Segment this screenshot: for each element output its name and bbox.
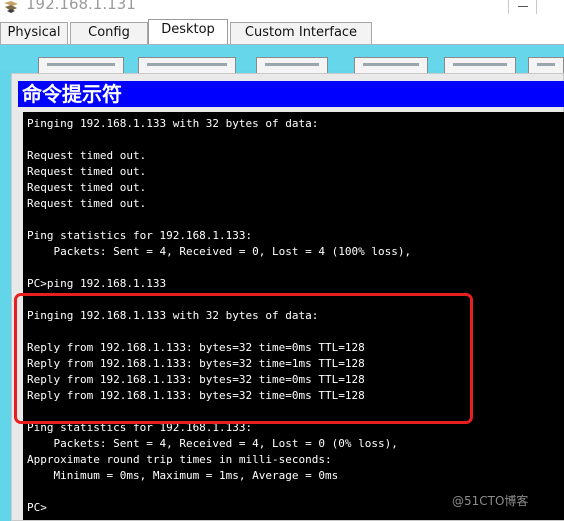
terminal-line: Request timed out. xyxy=(27,197,147,210)
terminal-line: Pinging 192.168.1.133 with 32 bytes of d… xyxy=(27,117,319,130)
terminal-line: Request timed out. xyxy=(27,165,147,178)
highlight-annotation xyxy=(14,293,473,424)
tab-custom-interface[interactable]: Custom Interface xyxy=(230,22,372,44)
tab-bar: Physical Config Desktop Custom Interface xyxy=(0,18,564,45)
terminal-line: Request timed out. xyxy=(27,181,147,194)
title-bar: 192.168.1.131 xyxy=(0,0,564,18)
packet-tracer-icon xyxy=(4,1,18,13)
terminal-line: Packets: Sent = 4, Received = 4, Lost = … xyxy=(27,437,398,450)
terminal-line: Minimum = 0ms, Maximum = 1ms, Average = … xyxy=(27,469,339,482)
tab-physical[interactable]: Physical xyxy=(0,22,68,44)
watermark: @51CTO博客 xyxy=(452,494,529,508)
terminal-line: PC>ping 192.168.1.133 xyxy=(27,277,167,290)
close-button[interactable] xyxy=(536,0,564,14)
terminal-line: Packets: Sent = 4, Received = 0, Lost = … xyxy=(27,245,412,258)
minimize-button[interactable] xyxy=(508,0,536,14)
tab-config[interactable]: Config xyxy=(70,22,148,44)
terminal-line: Request timed out. xyxy=(27,149,147,162)
terminal-line: Approximate round trip times in milli-se… xyxy=(27,453,332,466)
tab-desktop[interactable]: Desktop xyxy=(148,19,228,45)
window-title: 192.168.1.131 xyxy=(26,0,136,13)
command-prompt-title: 命令提示符 xyxy=(18,81,564,107)
terminal-line: PC> xyxy=(27,501,47,514)
terminal-line: Ping statistics for 192.168.1.133: xyxy=(27,229,253,242)
